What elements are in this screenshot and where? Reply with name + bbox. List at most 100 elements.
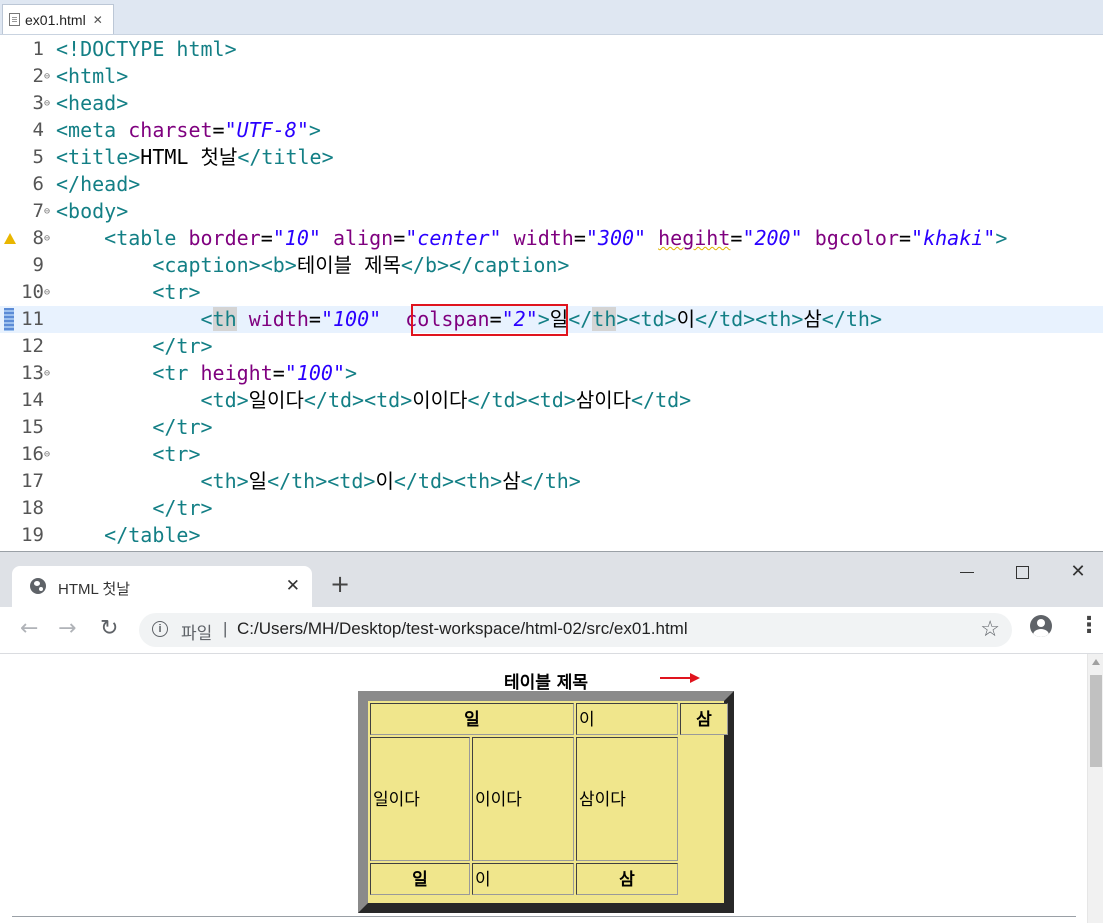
code-text[interactable]: <tr>	[56, 279, 200, 306]
code-token: =	[899, 226, 912, 250]
code-token: <tr	[56, 361, 201, 385]
code-token: "10"	[272, 226, 321, 250]
forward-button[interactable]: →	[58, 617, 76, 641]
code-text[interactable]: <caption><b>테이블 제목</b></caption>	[56, 252, 569, 279]
globe-icon	[30, 578, 46, 594]
page-divider	[12, 916, 1076, 917]
code-text[interactable]: <td>일이다</td><td>이이다</td><td>삼이다</td>	[56, 387, 691, 414]
fold-toggle-icon[interactable]: ⊖	[44, 225, 50, 252]
code-text[interactable]: <tr height="100">	[56, 360, 357, 387]
code-line[interactable]: 12 </tr>	[0, 333, 1103, 360]
code-text[interactable]: <!DOCTYPE html>	[56, 36, 237, 63]
code-line[interactable]: 2 ⊖ <html>	[0, 63, 1103, 90]
line-number: 19	[21, 524, 44, 546]
code-line[interactable]: 19 </table>	[0, 522, 1103, 549]
code-token: width	[513, 226, 574, 250]
code-text[interactable]: <table border="10" align="center" width=…	[56, 225, 1007, 252]
code-token: =	[272, 361, 285, 385]
scrollbar-thumb[interactable]	[1090, 675, 1102, 767]
code-text[interactable]: <th>일</th><td>이</td><th>삼</th>	[56, 468, 580, 495]
bookmark-star-icon[interactable]: ☆	[980, 616, 1000, 642]
code-text[interactable]: <title>HTML 첫날</title>	[56, 144, 334, 171]
code-line[interactable]: 4 <meta charset="UTF-8">	[0, 117, 1103, 144]
menu-icon[interactable]: ⋮	[1078, 615, 1100, 637]
code-text[interactable]: <meta charset="UTF-8">	[56, 117, 321, 144]
address-bar[interactable]: i 파일 | C:/Users/MH/Desktop/test-workspac…	[139, 613, 1012, 647]
url-text[interactable]: C:/Users/MH/Desktop/test-workspace/html-…	[237, 619, 688, 639]
line-number: 8	[32, 227, 44, 249]
code-token: 삼이다	[575, 388, 632, 412]
line-number: 2	[32, 65, 44, 87]
code-token: <table	[56, 226, 189, 250]
code-line[interactable]: 6 </head>	[0, 171, 1103, 198]
code-line[interactable]: 5 <title>HTML 첫날</title>	[0, 144, 1103, 171]
code-text[interactable]: </head>	[56, 171, 140, 198]
code-token: </b></caption>	[400, 253, 570, 277]
table-data-cell: 이	[576, 703, 678, 735]
code-text[interactable]: </tr>	[56, 333, 212, 360]
code-text[interactable]: </tr>	[56, 495, 212, 522]
code-editor[interactable]: ex01.html ✕ 1 <!DOCTYPE html> 2 ⊖ <html> 3 ⊖ <h…	[0, 0, 1103, 550]
code-token: "200"	[742, 226, 803, 250]
code-line[interactable]: 16 ⊖ <tr>	[0, 441, 1103, 468]
editor-file-tab[interactable]: ex01.html ✕	[2, 4, 114, 34]
table-data-cell: 일이다	[370, 737, 470, 861]
fold-toggle-icon[interactable]: ⊖	[44, 63, 50, 90]
code-text[interactable]: <body>	[56, 198, 128, 225]
code-token: <meta	[56, 118, 129, 142]
browser-toolbar: ← → ↻ i 파일 | C:/Users/MH/Desktop/test-wo…	[0, 607, 1103, 654]
code-line[interactable]: 17 <th>일</th><td>이</td><th>삼</th>	[0, 468, 1103, 495]
code-token: align	[332, 226, 394, 250]
code-area[interactable]: 1 <!DOCTYPE html> 2 ⊖ <html> 3 ⊖ <head> 4 <meta c…	[0, 36, 1103, 549]
fold-toggle-icon[interactable]: ⊖	[44, 279, 50, 306]
minimize-button[interactable]	[958, 562, 978, 582]
code-line[interactable]: 13 ⊖ <tr height="100">	[0, 360, 1103, 387]
code-token: </td><td>	[303, 388, 413, 412]
code-token: ><td>	[616, 307, 677, 331]
new-tab-button[interactable]: +	[330, 572, 350, 596]
code-text[interactable]: <html>	[56, 63, 128, 90]
code-line[interactable]: 10 ⊖ <tr>	[0, 279, 1103, 306]
code-line[interactable]: 3 ⊖ <head>	[0, 90, 1103, 117]
cell-text: 일	[464, 710, 480, 730]
code-token: <body>	[56, 199, 129, 223]
fold-toggle-icon[interactable]: ⊖	[44, 198, 50, 225]
code-token: charset	[128, 118, 213, 142]
maximize-button[interactable]	[1014, 562, 1034, 582]
code-line[interactable]: 1 <!DOCTYPE html>	[0, 36, 1103, 63]
account-icon[interactable]	[1030, 615, 1052, 637]
browser-tab[interactable]: HTML 첫날 ✕	[12, 566, 312, 607]
close-tab-icon[interactable]: ✕	[93, 13, 103, 27]
reload-button[interactable]: ↻	[100, 617, 118, 641]
back-button[interactable]: ←	[20, 617, 38, 641]
line-number: 3	[32, 92, 44, 114]
close-tab-icon[interactable]: ✕	[286, 576, 300, 596]
fold-toggle-icon[interactable]: ⊖	[44, 360, 50, 387]
window-close-button[interactable]: ✕	[1068, 562, 1088, 582]
code-line[interactable]: 9 <caption><b>테이블 제목</b></caption>	[0, 252, 1103, 279]
info-icon[interactable]: i	[152, 621, 168, 637]
code-text[interactable]: </table>	[56, 522, 201, 549]
vertical-scrollbar[interactable]	[1087, 654, 1103, 923]
code-text[interactable]: <tr>	[56, 441, 200, 468]
code-line[interactable]: 18 </tr>	[0, 495, 1103, 522]
code-line[interactable]: 14 <td>일이다</td><td>이이다</td><td>삼이다</td>	[0, 387, 1103, 414]
fold-toggle-icon[interactable]: ⊖	[44, 441, 50, 468]
code-token: "100"	[284, 361, 346, 385]
red-arrow-icon	[660, 673, 700, 683]
code-text[interactable]: </tr>	[56, 414, 212, 441]
code-text[interactable]: <head>	[56, 90, 128, 117]
code-line[interactable]: 7 ⊖ <body>	[0, 198, 1103, 225]
fold-toggle-icon[interactable]: ⊖	[44, 90, 50, 117]
code-line[interactable]: 15 </tr>	[0, 414, 1103, 441]
line-number: 7	[32, 200, 44, 222]
code-token: width	[248, 307, 309, 331]
code-token: </table>	[56, 523, 201, 547]
scheme-label: 파일	[181, 624, 213, 643]
cell-text: 삼	[696, 710, 712, 730]
scroll-up-arrow-icon[interactable]	[1092, 659, 1100, 665]
table-header-cell: 일	[370, 703, 574, 735]
code-line[interactable]: 8 ⊖ <table border="10" align="center" wid…	[0, 225, 1103, 252]
